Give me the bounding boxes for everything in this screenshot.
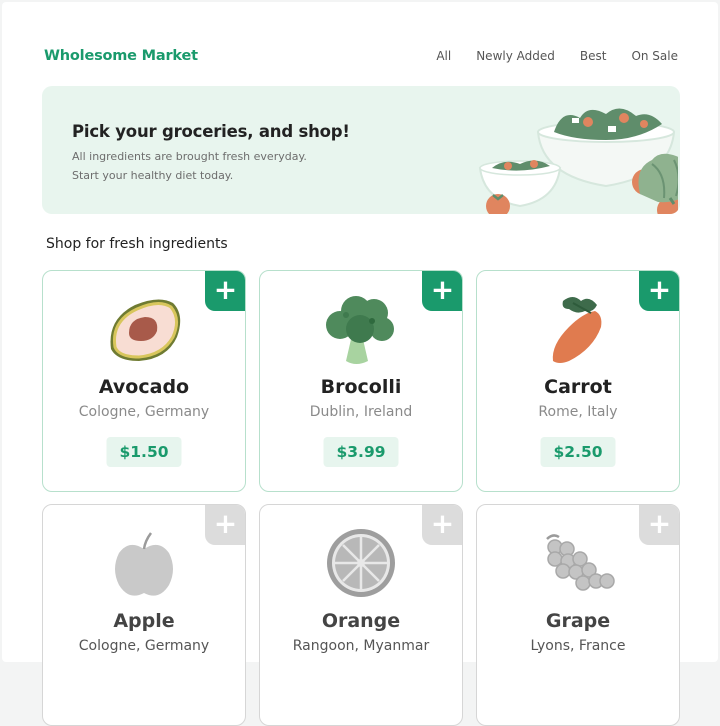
carrot-icon [552,297,602,363]
product-card-avocado[interactable]: + Avocado Cologne, Germany $1.50 [42,270,246,492]
product-card-orange[interactable]: + Orange Rangoon, Myanmar [259,504,463,726]
nav-on-sale[interactable]: On Sale [631,49,678,63]
product-name: Brocolli [320,376,402,398]
product-price: $2.50 [540,437,616,467]
hero-subtitle-line2: Start your healthy diet today. [72,169,234,182]
product-card-carrot[interactable]: + Carrot Rome, Italy $2.50 [476,270,680,492]
top-nav: All Newly Added Best On Sale [436,49,678,63]
apple-icon [115,532,173,596]
product-card-grape[interactable]: + Grape Lyons, France [476,504,680,726]
nav-best[interactable]: Best [580,49,607,63]
orange-icon [327,529,395,597]
product-price: $1.50 [106,437,182,467]
page: Wholesome Market All Newly Added Best On… [2,2,718,726]
broccoli-icon [326,296,394,364]
product-name: Carrot [544,376,612,398]
product-origin: Dublin, Ireland [309,404,413,420]
product-origin: Cologne, Germany [78,404,210,420]
salad-bowls-illustration [478,108,678,214]
product-name: Avocado [98,376,190,398]
product-card-broccoli[interactable]: + Brocolli Dublin, Ireland $3.99 [259,270,463,492]
hero-subtitle-line1: All ingredients are brought fresh everyd… [72,150,307,163]
nav-all[interactable]: All [436,49,451,63]
product-card-apple[interactable]: + Apple Cologne, Germany [42,504,246,726]
product-origin: Lyons, France [530,638,626,654]
hero-banner: Pick your groceries, and shop! All ingre… [42,86,680,214]
nav-newly-added[interactable]: Newly Added [476,49,555,63]
product-origin: Rome, Italy [538,404,618,420]
brand-logo[interactable]: Wholesome Market [44,48,198,64]
avocado-icon [110,299,181,361]
product-name: Orange [321,610,401,632]
product-price: $3.99 [323,437,399,467]
product-origin: Rangoon, Myanmar [292,638,430,654]
grape-icon [546,534,615,591]
product-name: Grape [545,610,611,632]
product-name: Apple [113,610,175,632]
product-origin: Cologne, Germany [78,638,210,654]
section-title: Shop for fresh ingredients [46,236,228,252]
hero-title: Pick your groceries, and shop! [72,122,350,141]
